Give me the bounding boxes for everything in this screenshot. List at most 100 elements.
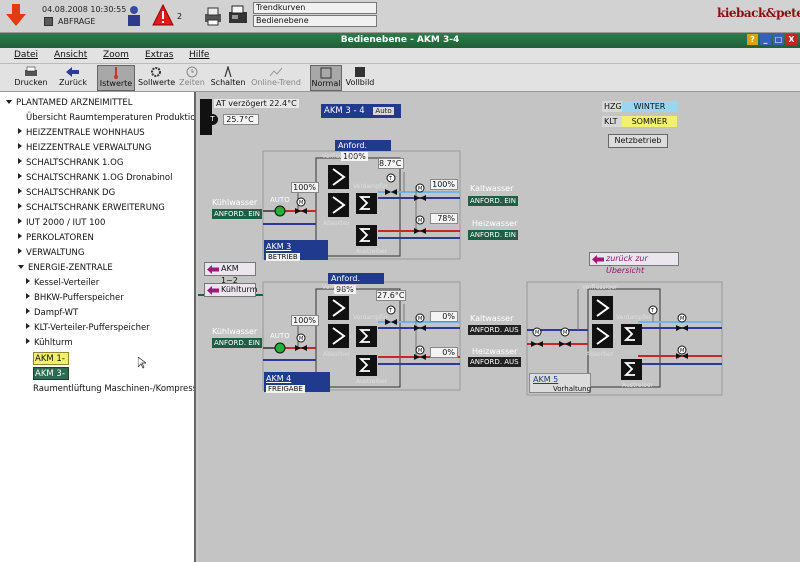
akm4-heizwasser-label: Heizwasser <box>472 347 518 356</box>
akm5-absorber-label: Absorber <box>586 351 614 358</box>
akm3-absorber-label: Absorber <box>323 220 351 227</box>
tree-item-energie-zentrale[interactable]: ENERGIE-ZENTRALE <box>18 263 113 273</box>
akm3-auto-label: AUTO <box>270 196 290 204</box>
expand-icon[interactable] <box>18 188 22 194</box>
grid-operation-button[interactable]: Netzbetrieb <box>608 134 668 148</box>
actual-values-label: Istwerte <box>99 79 133 88</box>
normal-view-button[interactable]: Normal <box>310 65 342 91</box>
akm3-valve-kalt-value: 100% <box>430 179 458 190</box>
tree-item-bhkw[interactable]: BHKW-Pufferspeicher <box>26 293 124 303</box>
fullscreen-button[interactable]: Vollbild <box>344 65 376 91</box>
print-button[interactable]: Drucken <box>13 65 49 91</box>
tree-item-akm-3-4[interactable]: AKM 3-4 <box>33 367 69 392</box>
expand-icon[interactable] <box>18 218 22 224</box>
navigation-tree: PLANTAMED ARZNEIMITTEL Übersicht Raumtem… <box>0 92 196 562</box>
akm3-pump-icon[interactable] <box>274 205 286 217</box>
menu-hilfe[interactable]: Hilfe <box>189 50 209 60</box>
minimize-button[interactable]: _ <box>760 34 771 45</box>
expand-icon[interactable] <box>26 278 30 284</box>
brand-logo: kieback&peter <box>717 6 800 20</box>
fax-icon[interactable] <box>227 4 249 26</box>
header-mode-badge: Auto <box>373 107 394 115</box>
tree-item-schaltschrank-dg[interactable]: SCHALTSCHRANK DG <box>18 188 115 198</box>
close-button[interactable]: X <box>786 34 797 45</box>
maximize-button[interactable]: □ <box>773 34 784 45</box>
setpoints-button[interactable]: Sollwerte <box>138 65 175 91</box>
help-button[interactable]: ? <box>747 34 758 45</box>
tree-item-iut[interactable]: IUT 2000 / IUT 100 <box>18 218 105 228</box>
akm4-status-badge[interactable]: AKM 4 FREIGABE <box>264 372 330 393</box>
akm3-verdampfer-block <box>356 193 377 214</box>
akm4-valve-kalt-value: 0% <box>430 311 458 322</box>
collapse-icon[interactable] <box>18 265 24 269</box>
expand-icon[interactable] <box>18 128 22 134</box>
fullscreen-icon <box>355 67 365 77</box>
times-button[interactable]: Zeiten <box>178 65 206 91</box>
tree-item-kessel-verteiler[interactable]: Kessel-Verteiler <box>26 278 99 288</box>
trend-curves-button[interactable]: Trendkurven <box>253 2 377 14</box>
expand-icon[interactable] <box>26 308 30 314</box>
tree-item-uebersicht[interactable]: Übersicht Raumtemperaturen Produktion <box>26 113 194 123</box>
switch-button[interactable]: Schalten <box>210 65 246 91</box>
expand-icon[interactable] <box>18 173 22 179</box>
nav-akm-1-2-button[interactable]: AKM 1~2 <box>204 262 256 285</box>
expand-icon[interactable] <box>26 338 30 344</box>
operating-level-field[interactable]: Bedienebene <box>253 15 377 27</box>
switch-label: Schalten <box>210 78 246 87</box>
akm3-valve-heiz-value: 78% <box>430 213 458 224</box>
tree-item-akm-1-2[interactable]: AKM 1-2 <box>33 352 69 377</box>
tree-item-kuehlturm[interactable]: Kühlturm <box>26 338 73 348</box>
arrow-down-icon[interactable] <box>6 4 26 26</box>
alarm-icon[interactable] <box>152 4 174 26</box>
expand-icon[interactable] <box>26 293 30 299</box>
tree-item-dampf-wt[interactable]: Dampf-WT <box>26 308 78 318</box>
user-icon[interactable] <box>126 5 142 27</box>
akm5-verfluessiger-label: Verflüssiger <box>582 284 618 291</box>
expand-icon[interactable] <box>18 233 22 239</box>
akm5-status-badge[interactable]: AKM 5 Vorhaltung <box>529 373 591 393</box>
trend-icon <box>269 67 283 77</box>
tree-item-perkolatoren[interactable]: PERKOLATOREN <box>18 233 94 243</box>
mouse-cursor-icon <box>138 357 146 369</box>
arrow-left-icon <box>592 255 604 264</box>
expand-icon[interactable] <box>18 143 22 149</box>
tree-item-heizzentrale-verwaltung[interactable]: HEIZZENTRALE VERWALTUNG <box>18 143 151 153</box>
tree-item-plantamed[interactable]: PLANTAMED ARZNEIMITTEL <box>6 98 133 108</box>
tree-item-klt-verteiler[interactable]: KLT-Verteiler-Pufferspeicher <box>26 323 150 333</box>
akm4-pump-icon[interactable] <box>274 342 286 354</box>
akm3-status-badge[interactable]: AKM 3 BETRIEB <box>264 240 328 261</box>
akm3-kaltwasser-label: Kaltwasser <box>470 184 514 193</box>
back-button[interactable]: Zurück <box>55 65 91 91</box>
tree-item-verwaltung[interactable]: VERWALTUNG <box>18 248 84 258</box>
online-trend-button[interactable]: Online-Trend <box>250 65 302 91</box>
back-to-overview-button[interactable]: zurück zur Übersicht <box>589 252 679 275</box>
actual-values-button[interactable]: Istwerte <box>97 65 135 91</box>
svg-text:M: M <box>418 348 422 354</box>
expand-icon[interactable] <box>18 248 22 254</box>
akm4-kuehlwasser-status: ANFORD. EIN <box>212 338 262 348</box>
tree-item-schaltschrank-1og[interactable]: SCHALTSCHRANK 1.OG <box>18 158 123 168</box>
akm4-demand-bar: Anford. 98% <box>328 273 384 294</box>
nav-kuehlturm-button[interactable]: Kühlturm <box>204 283 257 297</box>
tree-item-schaltschrank-dronabinol[interactable]: SCHALTSCHRANK 1.OG Dronabinol <box>18 173 172 183</box>
menu-datei[interactable]: Datei <box>14 50 38 60</box>
menu-extras[interactable]: Extras <box>145 50 173 60</box>
menu-zoom[interactable]: Zoom <box>103 50 129 60</box>
akm3-demand-bar: Anford. 100% <box>335 140 391 161</box>
akm5-valve-heiz-icon[interactable]: M <box>676 345 688 359</box>
akm4-absorber-block <box>328 324 349 348</box>
akm3-austreiber-label: Austreiber <box>356 248 388 255</box>
tree-item-raumentlueftung[interactable]: Raumentlüftung Maschinen-/Kompresso <box>33 384 194 394</box>
expand-icon[interactable] <box>26 323 30 329</box>
svg-text:M: M <box>535 330 539 336</box>
window-titlebar: Bedienebene - AKM 3-4 ? _ □ X <box>0 33 800 48</box>
tree-item-heizzentrale-wohnhaus[interactable]: HEIZZENTRALE WOHNHAUS <box>18 128 145 138</box>
expand-icon[interactable] <box>18 203 22 209</box>
printer-icon[interactable] <box>202 5 224 27</box>
akm5-temp-sensor-icon: T <box>648 305 658 315</box>
menu-ansicht[interactable]: Ansicht <box>54 50 87 60</box>
expand-icon[interactable] <box>18 158 22 164</box>
akm4-verdampfer-label: Verdampfer <box>353 314 389 321</box>
tree-item-schaltschrank-erweiterung[interactable]: SCHALTSCHRANK ERWEITERUNG <box>18 203 165 213</box>
collapse-icon[interactable] <box>6 100 12 104</box>
